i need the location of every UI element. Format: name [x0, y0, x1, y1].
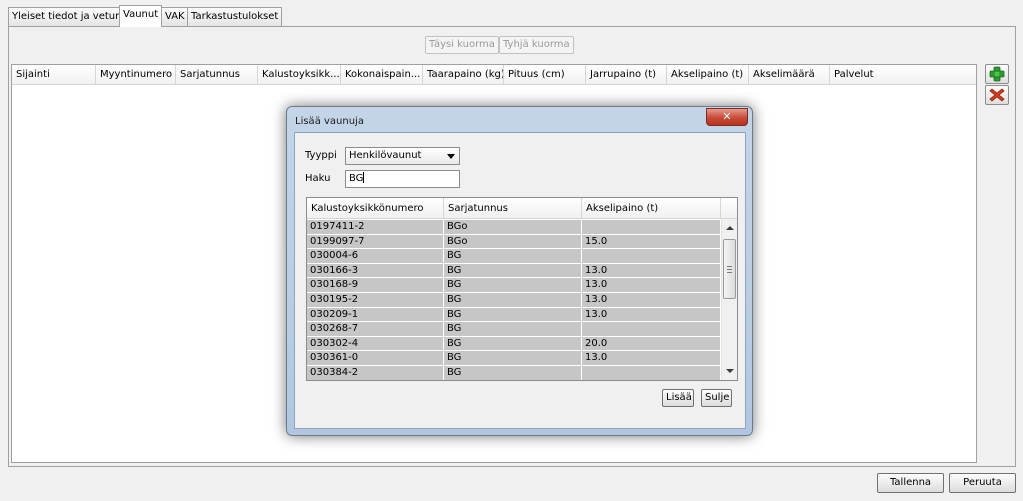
cell-series: BG [444, 307, 582, 322]
remove-wagon-button[interactable] [985, 85, 1009, 105]
cell-series: BG [444, 293, 582, 307]
cell-series: BG [444, 249, 582, 264]
col-series[interactable]: Sarjatunnus [444, 198, 582, 219]
save-button[interactable]: Tallenna [877, 473, 944, 493]
cell-axle-weight: 13.0 [582, 351, 721, 366]
cell-axle-weight: 13.0 [582, 263, 721, 278]
scroll-down-icon[interactable] [726, 369, 734, 373]
empty-load-button[interactable]: Tyhjä kuorma [499, 36, 574, 54]
cell-unit-number: 030268-7 [307, 322, 444, 337]
chevron-down-icon [447, 154, 455, 159]
cell-unit-number: 030209-1 [307, 307, 444, 322]
dialog-body: Tyyppi Henkilövaunut Haku BG Kalustoyksi… [294, 132, 746, 429]
cell-axle-weight: 15.0 [582, 234, 721, 249]
table-row[interactable]: 030384-2 BG [307, 366, 721, 380]
col-axle-count[interactable]: Akselimäärä [749, 65, 830, 85]
table-row[interactable]: 030195-2 BG 13.0 [307, 293, 721, 308]
cell-axle-weight: 13.0 [582, 307, 721, 322]
col-brake-weight[interactable]: Jarrupaino (t) [586, 65, 667, 85]
tab-wagons[interactable]: Vaunut [119, 5, 163, 27]
results-scrollbar[interactable] [721, 219, 737, 380]
add-wagons-dialog: Lisää vaunuja ✕ Tyyppi Henkilövaunut Hak… [286, 106, 753, 436]
table-row[interactable]: 0197411-2 BGo [307, 220, 721, 235]
cell-unit-number: 030195-2 [307, 293, 444, 307]
cell-series: BG [444, 263, 582, 278]
close-button[interactable]: Sulje [701, 389, 732, 407]
col-location[interactable]: Sijainti [12, 65, 96, 85]
cell-series: BG [444, 351, 582, 366]
cell-axle-weight: 20.0 [582, 336, 721, 351]
type-label: Tyyppi [305, 150, 337, 161]
cell-unit-number: 0199097-7 [307, 234, 444, 249]
col-unit-number[interactable]: Kalustoyksikk... [258, 65, 341, 85]
cell-axle-weight: 13.0 [582, 293, 721, 307]
cell-unit-number: 030361-0 [307, 351, 444, 366]
results-table-header: Kalustoyksikkönumero Sarjatunnus Akselip… [307, 198, 737, 219]
cell-series: BG [444, 322, 582, 337]
dialog-close-button[interactable]: ✕ [706, 108, 748, 126]
add-button[interactable]: Lisää [662, 389, 694, 407]
cell-axle-weight: 13.0 [582, 278, 721, 293]
search-label: Haku [305, 173, 331, 184]
col-services[interactable]: Palvelut [830, 65, 976, 85]
scroll-thumb[interactable] [723, 239, 736, 299]
cell-series: BG [444, 336, 582, 351]
cell-axle-weight [582, 220, 721, 234]
wagon-results-table[interactable]: Kalustoyksikkönumero Sarjatunnus Akselip… [306, 197, 738, 381]
table-row[interactable]: 030268-7 BG [307, 322, 721, 337]
col-sales-number[interactable]: Myyntinumero [96, 65, 176, 85]
cell-series: BG [444, 366, 582, 380]
delete-icon [989, 88, 1005, 102]
cell-series: BGo [444, 220, 582, 234]
table-row[interactable]: 030302-4 BG 20.0 [307, 336, 721, 352]
add-wagon-button[interactable] [985, 64, 1009, 84]
wagons-table-header: Sijainti Myyntinumero Sarjatunnus Kalust… [12, 65, 976, 85]
search-input-value: BG [349, 173, 364, 184]
cell-axle-weight [582, 249, 721, 264]
scroll-up-icon[interactable] [726, 226, 734, 230]
cell-series: BGo [444, 234, 582, 249]
cell-unit-number: 030166-3 [307, 263, 444, 278]
cell-series: BG [444, 278, 582, 293]
type-select[interactable]: Henkilövaunut [345, 147, 460, 165]
col-tare-weight[interactable]: Taarapaino (kg) [423, 65, 504, 85]
col-length[interactable]: Pituus (cm) [504, 65, 586, 85]
col-axle-weight[interactable]: Akselipaino (t) [667, 65, 749, 85]
search-input[interactable]: BG [345, 170, 460, 188]
cell-unit-number: 030168-9 [307, 278, 444, 293]
cell-axle-weight [582, 322, 721, 337]
full-load-button[interactable]: Täysi kuorma [425, 36, 499, 54]
type-select-value: Henkilövaunut [349, 150, 422, 161]
table-row[interactable]: 030166-3 BG 13.0 [307, 263, 721, 279]
cell-axle-weight [582, 366, 721, 380]
close-icon: ✕ [722, 110, 732, 123]
table-row[interactable]: 030168-9 BG 13.0 [307, 278, 721, 293]
tab-vak[interactable]: VAK [161, 7, 189, 26]
cell-unit-number: 030004-6 [307, 249, 444, 264]
col-unit-number[interactable]: Kalustoyksikkönumero [307, 198, 444, 219]
cancel-button[interactable]: Peruuta [949, 473, 1016, 493]
tab-general[interactable]: Yleiset tiedot ja veturit [8, 7, 130, 26]
col-series[interactable]: Sarjatunnus [176, 65, 258, 85]
col-total-weight[interactable]: Kokonaispain... [341, 65, 423, 85]
col-axle-weight[interactable]: Akselipaino (t) [582, 198, 721, 219]
table-row[interactable]: 030004-6 BG [307, 249, 721, 264]
dialog-title: Lisää vaunuja [295, 116, 364, 127]
tab-inspection-results[interactable]: Tarkastustulokset [187, 7, 283, 26]
table-row[interactable]: 030361-0 BG 13.0 [307, 351, 721, 366]
cell-unit-number: 0197411-2 [307, 220, 444, 234]
table-row[interactable]: 0199097-7 BGo 15.0 [307, 234, 721, 250]
plus-icon [989, 66, 1005, 82]
table-row[interactable]: 030209-1 BG 13.0 [307, 307, 721, 323]
cell-unit-number: 030384-2 [307, 366, 444, 380]
cell-unit-number: 030302-4 [307, 336, 444, 351]
